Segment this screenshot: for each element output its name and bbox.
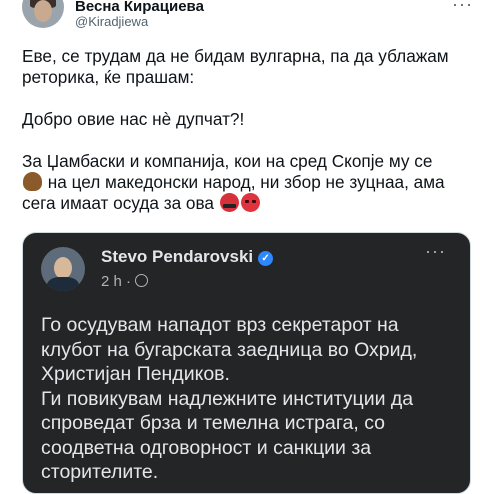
- user-avatar[interactable]: [22, 0, 64, 28]
- tweet-line: Еве, се трудам да не бидам вулгарна, па …: [22, 46, 449, 66]
- user-name[interactable]: Весна Кирациева: [75, 0, 204, 15]
- face-with-symbols-on-mouth-icon: [219, 193, 239, 212]
- post-line: соодветна одговорност и санкции за: [41, 436, 372, 459]
- user-handle[interactable]: @Kiradjiewa: [75, 14, 148, 29]
- post-line: Ги повикувам надлежните институции да: [41, 387, 414, 410]
- tweet-line: реторика, ќе прашам:: [22, 67, 195, 87]
- post-line: Го осудувам нападот врз секретарот на: [41, 314, 399, 336]
- pouting-face-icon: [240, 193, 260, 212]
- avatar-face: [34, 0, 52, 22]
- tweet-line-with-emoji: на цел македонски народ, ни збор не зуцн…: [22, 172, 467, 193]
- tweet-line: Добро овие нас нè дупчат?!: [22, 109, 245, 129]
- verified-badge-icon: ✓: [258, 251, 274, 266]
- post-line: Христијан Пендиков.: [41, 363, 230, 385]
- post-line: сторителите.: [41, 461, 159, 483]
- tweet-line: на цел македонски народ, ни збор не зуцн…: [47, 172, 445, 192]
- avatar-face: [54, 257, 72, 279]
- globe-icon: [135, 274, 149, 287]
- tweet-header: Весна Кирациева @Kiradjiewa ···: [0, 0, 480, 34]
- post-line: клубот на бугарската заедница во Охрид,: [41, 338, 418, 361]
- post-author-avatar: [41, 247, 85, 291]
- post-author-name-text: Stevo Pendarovski: [101, 247, 254, 266]
- embedded-screenshot-card[interactable]: Stevo Pendarovski ✓ 2 h · ··· Го осудувам…: [22, 232, 471, 494]
- post-time: 2 h ·: [101, 273, 132, 290]
- avatar-suit: [47, 277, 79, 291]
- post-text: Го осудувам нападот врз секретарот на кл…: [41, 313, 461, 485]
- tweet-text: Еве, се трудам да не бидам вулгарна, па …: [22, 46, 467, 214]
- more-horizontal-icon[interactable]: ···: [452, 0, 473, 15]
- tweet-line: сега имаат осуда за ова: [22, 193, 214, 213]
- pile-of-poo-icon: [23, 172, 42, 191]
- more-horizontal-icon: ···: [425, 241, 446, 261]
- post-line: спроведат брза и темелна истрага, со: [41, 412, 386, 434]
- post-author-name: Stevo Pendarovski ✓: [101, 247, 274, 267]
- post-meta: 2 h ·: [101, 273, 149, 290]
- tweet-line: За Џамбаски и компанија, кои на сред Ско…: [22, 151, 433, 171]
- tweet-line-with-emoji: сега имаат осуда за ова: [22, 193, 467, 214]
